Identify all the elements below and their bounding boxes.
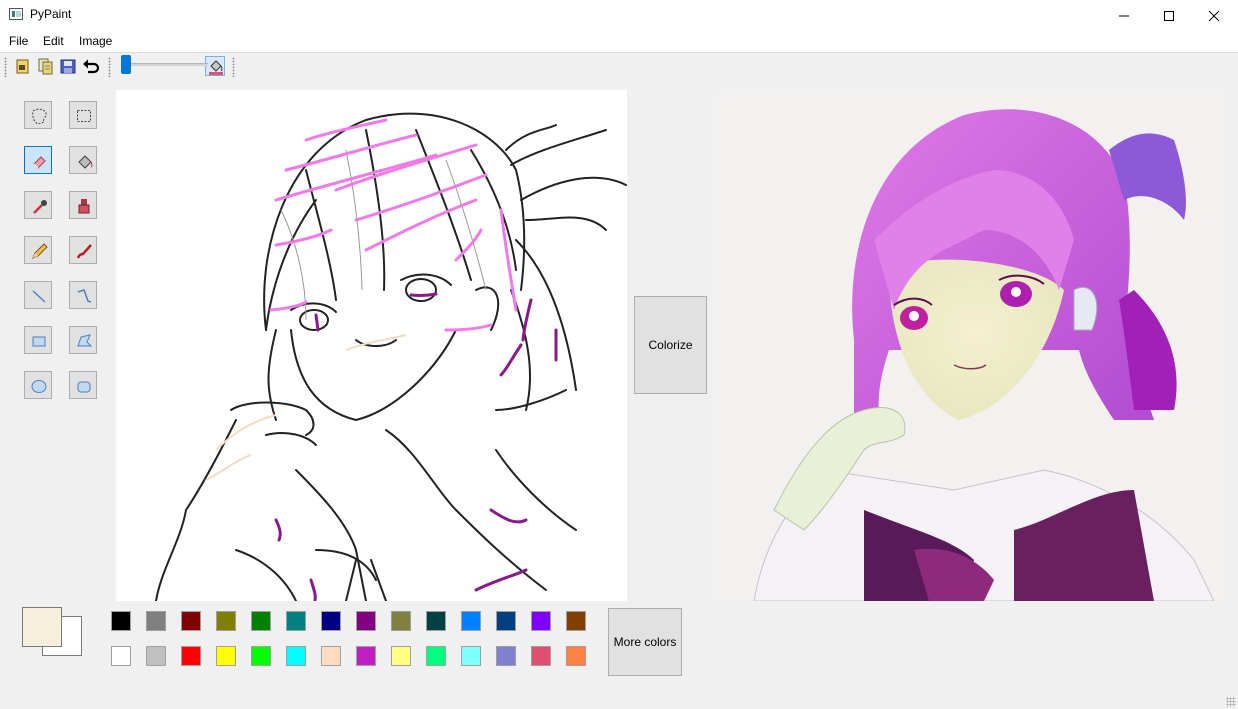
undo-button[interactable] xyxy=(81,56,101,76)
color-swatch[interactable] xyxy=(426,611,446,631)
tool-brush-button[interactable] xyxy=(69,236,97,264)
color-swatch[interactable] xyxy=(181,611,201,631)
color-swatch[interactable] xyxy=(531,611,551,631)
eraser-icon xyxy=(33,156,46,169)
resize-grip[interactable] xyxy=(1226,697,1236,707)
minimize-button[interactable] xyxy=(1101,0,1147,31)
color-swatch[interactable] xyxy=(461,646,481,666)
undo-icon xyxy=(83,59,100,74)
colorized-output xyxy=(714,90,1226,601)
menu-file[interactable]: File xyxy=(9,34,28,48)
colorize-button[interactable]: Colorize xyxy=(634,296,707,394)
menu-bar: File Edit Image xyxy=(0,31,1238,52)
toolbar-grip-3[interactable] xyxy=(232,57,235,77)
color-swatch[interactable] xyxy=(566,646,586,666)
ellipse-icon xyxy=(31,380,47,393)
color-swatch[interactable] xyxy=(356,646,376,666)
window-title: PyPaint xyxy=(30,7,72,21)
tool-freeform-select-button[interactable] xyxy=(24,101,52,129)
tool-rectangle-button[interactable] xyxy=(24,326,52,354)
polygon-icon xyxy=(77,334,93,347)
minimize-icon xyxy=(1119,15,1129,17)
color-swatch[interactable] xyxy=(566,611,586,631)
color-swatch[interactable] xyxy=(286,646,306,666)
brush-icon xyxy=(76,244,92,259)
color-swatch[interactable] xyxy=(111,646,131,666)
rectangle-icon xyxy=(32,336,46,347)
sketch-drawing xyxy=(155,112,627,601)
tool-ellipse-button[interactable] xyxy=(24,371,52,399)
color-swatch[interactable] xyxy=(251,611,271,631)
color-swatch[interactable] xyxy=(496,646,516,666)
save-icon xyxy=(60,59,76,74)
fill-icon xyxy=(209,60,223,75)
new-file-icon xyxy=(16,59,29,74)
tool-eraser-button[interactable] xyxy=(24,146,52,174)
pink-hint-strokes xyxy=(269,118,518,332)
fill-icon xyxy=(78,155,93,169)
tool-rounded-rect-button[interactable] xyxy=(69,371,97,399)
line-icon xyxy=(32,290,46,303)
stamp-icon xyxy=(78,199,90,214)
color-swatch[interactable] xyxy=(321,611,341,631)
color-swatch[interactable] xyxy=(426,646,446,666)
tool-color-picker-button[interactable] xyxy=(24,191,52,219)
pencil-icon xyxy=(32,243,48,259)
tool-line-button[interactable] xyxy=(24,281,52,309)
brush-size-slider[interactable] xyxy=(121,55,131,74)
open-file-button[interactable] xyxy=(36,56,56,76)
primary-color-swatch[interactable] xyxy=(22,607,62,647)
tool-polyline-button[interactable] xyxy=(69,281,97,309)
purple-hint-strokes xyxy=(274,292,558,601)
color-swatch[interactable] xyxy=(111,611,131,631)
fill-button[interactable] xyxy=(205,56,225,76)
new-file-button[interactable] xyxy=(12,56,32,76)
close-button[interactable] xyxy=(1191,0,1237,31)
maximize-icon xyxy=(1164,11,1174,21)
color-swatch[interactable] xyxy=(321,646,341,666)
toolbar-grip-2[interactable] xyxy=(108,57,111,77)
sketch-canvas[interactable] xyxy=(116,90,627,601)
color-swatch[interactable] xyxy=(391,646,411,666)
open-file-icon xyxy=(38,58,53,75)
maximize-button[interactable] xyxy=(1146,0,1192,31)
close-icon xyxy=(1208,10,1220,22)
color-swatch[interactable] xyxy=(146,611,166,631)
menu-edit[interactable]: Edit xyxy=(43,34,64,48)
colorized-image xyxy=(714,90,1226,601)
tool-fill-button[interactable] xyxy=(69,146,97,174)
color-swatch[interactable] xyxy=(251,646,271,666)
color-swatch[interactable] xyxy=(461,611,481,631)
brush-size-track[interactable] xyxy=(122,63,208,66)
menu-image[interactable]: Image xyxy=(79,34,112,48)
tool-pencil-button[interactable] xyxy=(24,236,52,264)
more-colors-button[interactable]: More colors xyxy=(608,608,682,676)
color-swatch[interactable] xyxy=(181,646,201,666)
tool-polygon-button[interactable] xyxy=(69,326,97,354)
toolbar-grip[interactable] xyxy=(4,57,7,77)
freeform-select-icon xyxy=(32,108,47,125)
save-button[interactable] xyxy=(58,56,78,76)
color-picker-icon xyxy=(33,200,47,214)
color-swatch[interactable] xyxy=(216,646,236,666)
color-swatch[interactable] xyxy=(356,611,376,631)
color-swatch[interactable] xyxy=(496,611,516,631)
color-swatch[interactable] xyxy=(286,611,306,631)
polyline-icon xyxy=(77,289,92,303)
color-swatch[interactable] xyxy=(216,611,236,631)
tool-rect-select-button[interactable] xyxy=(69,101,97,129)
color-swatch[interactable] xyxy=(531,646,551,666)
app-icon xyxy=(9,8,23,20)
rounded-rect-icon xyxy=(77,381,91,393)
color-swatch[interactable] xyxy=(391,611,411,631)
rect-select-icon xyxy=(77,110,91,122)
tool-stamp-button[interactable] xyxy=(69,191,97,219)
color-swatch[interactable] xyxy=(146,646,166,666)
title-bar: PyPaint xyxy=(0,0,1238,31)
